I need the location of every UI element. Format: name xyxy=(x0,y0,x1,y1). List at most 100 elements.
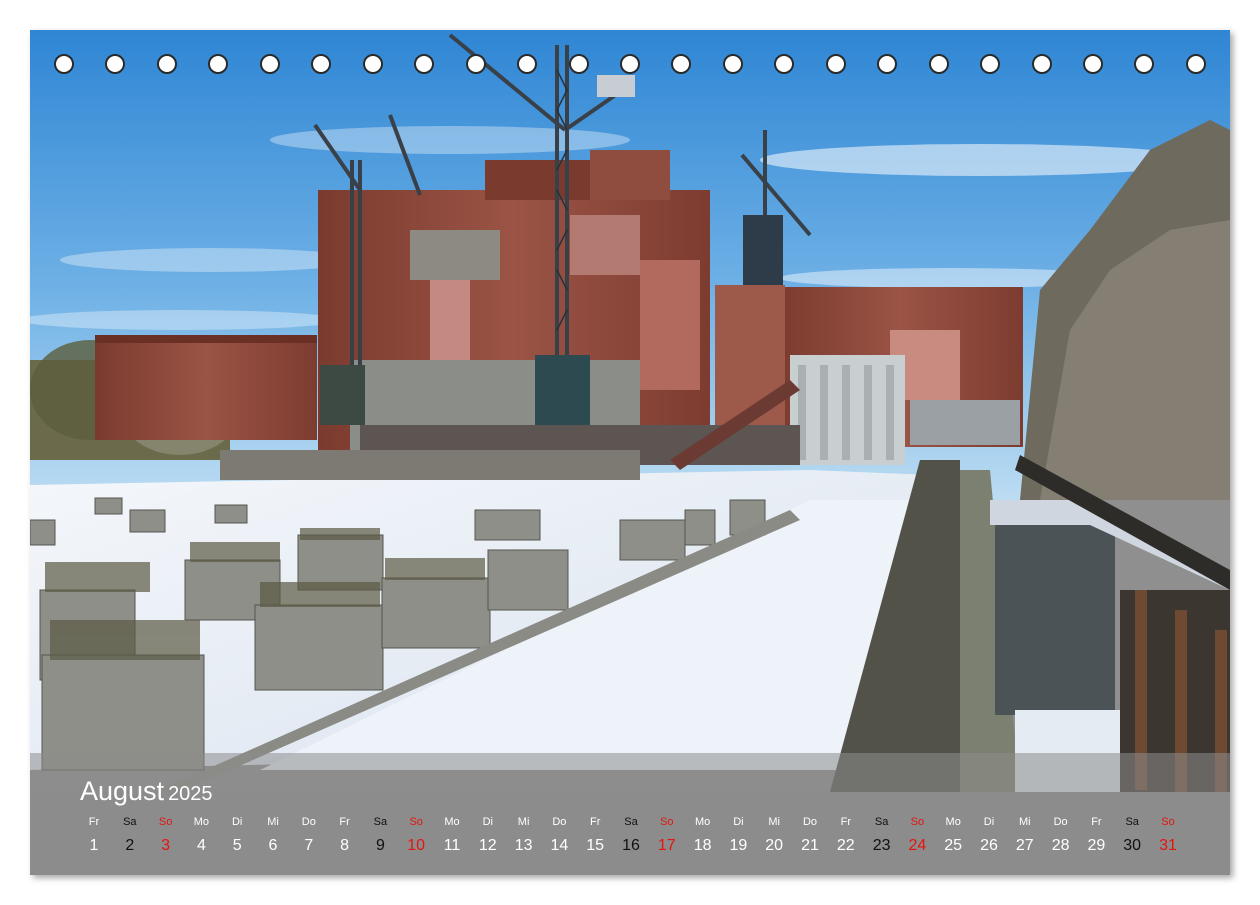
binding-hole xyxy=(259,54,280,74)
day-cell: Mo 11 xyxy=(435,814,469,856)
weekday-label: Di xyxy=(482,816,493,828)
day-number: 12 xyxy=(478,837,497,854)
day-cell: So 3 xyxy=(149,814,183,856)
binding-hole xyxy=(825,54,846,74)
binding-hole xyxy=(1083,54,1103,74)
day-number: 28 xyxy=(1051,837,1070,854)
day-cell: Mi 13 xyxy=(507,814,541,856)
weekday-label: So xyxy=(1161,816,1175,828)
day-cell: So 17 xyxy=(650,814,684,856)
day-cell: Do 21 xyxy=(793,814,827,856)
day-number: 22 xyxy=(836,837,855,854)
weekday-label: Mo xyxy=(444,816,460,828)
binding-hole xyxy=(362,54,383,74)
day-number: 13 xyxy=(514,837,533,854)
day-cell: Sa 2 xyxy=(113,814,147,856)
weekday-label: So xyxy=(409,816,423,828)
binding-holes xyxy=(30,54,1230,80)
day-cell: Di 26 xyxy=(972,814,1006,856)
day-number: 19 xyxy=(729,837,748,854)
weekday-label: Mi xyxy=(267,816,279,828)
day-number: 20 xyxy=(765,837,784,854)
day-cell: Mo 25 xyxy=(936,814,970,856)
calendar-photo xyxy=(30,30,1230,792)
day-number: 6 xyxy=(268,837,278,854)
weekday-label: Do xyxy=(301,816,316,828)
day-cell: Fr 15 xyxy=(578,814,612,856)
day-number: 2 xyxy=(125,837,135,854)
binding-hole xyxy=(980,54,1001,74)
weekday-label: Sa xyxy=(373,816,388,828)
binding-hole xyxy=(105,54,126,74)
day-cell: Mo 18 xyxy=(686,814,720,856)
weekday-label: So xyxy=(910,816,925,828)
day-number: 25 xyxy=(944,837,963,854)
month-name: August xyxy=(80,776,165,806)
day-number: 1 xyxy=(89,837,99,854)
weekday-label: Sa xyxy=(624,816,638,828)
day-cell: Mi 20 xyxy=(757,814,791,856)
day-cell: Di 19 xyxy=(721,814,755,856)
weekday-label: So xyxy=(158,816,173,828)
binding-hole xyxy=(414,54,435,74)
day-number: 7 xyxy=(304,837,314,854)
weekday-label: Fr xyxy=(339,816,350,828)
day-number: 21 xyxy=(801,837,819,854)
day-number: 26 xyxy=(980,837,998,854)
day-number: 11 xyxy=(443,837,461,854)
day-number: 17 xyxy=(657,837,676,854)
binding-hole xyxy=(156,54,177,74)
binding-hole xyxy=(671,54,692,74)
day-cell: Do 28 xyxy=(1044,814,1078,856)
binding-hole xyxy=(619,54,640,74)
binding-hole xyxy=(568,54,589,74)
day-number: 16 xyxy=(622,837,640,854)
day-number: 5 xyxy=(232,837,242,854)
day-number: 24 xyxy=(908,837,927,854)
year-label: 2025 xyxy=(168,783,213,805)
day-cell: Sa 16 xyxy=(614,814,648,856)
weekday-label: Fr xyxy=(88,816,100,828)
binding-hole xyxy=(774,54,795,74)
day-number: 27 xyxy=(1015,837,1034,854)
weekday-label: Sa xyxy=(123,816,137,828)
weekday-label: Mo xyxy=(945,816,961,828)
binding-hole xyxy=(517,54,538,74)
binding-hole xyxy=(465,54,486,74)
day-cell: Mi 6 xyxy=(256,814,290,856)
weekday-label: Fr xyxy=(1091,816,1102,828)
binding-hole xyxy=(54,54,74,74)
weekday-label: Do xyxy=(802,816,818,828)
day-cell: Fr 8 xyxy=(328,814,362,856)
calendar-page: August 2025 Fr 1 Sa 2 So 3 Mo 4 Di 5 Mi 6 Do 7 Fr 8 Sa 9 So… xyxy=(30,30,1230,875)
day-cell: Do 7 xyxy=(292,814,326,856)
day-cell: Sa 9 xyxy=(363,814,397,856)
binding-hole xyxy=(722,54,743,74)
weekday-label: Sa xyxy=(1125,816,1139,828)
weekday-label: Mi xyxy=(768,816,780,828)
weekday-label: Fr xyxy=(840,816,851,828)
binding-hole xyxy=(1031,54,1052,74)
weekday-label: So xyxy=(660,816,674,828)
weekday-label: Mi xyxy=(1018,816,1031,828)
binding-hole xyxy=(877,54,898,74)
binding-hole xyxy=(311,54,332,74)
weekday-label: Fr xyxy=(589,816,601,828)
weekday-label: Di xyxy=(733,816,744,828)
day-cell: Di 5 xyxy=(220,814,254,856)
day-cell: Mi 27 xyxy=(1008,814,1042,856)
day-number: 10 xyxy=(407,837,426,854)
binding-hole xyxy=(1134,54,1155,74)
day-number: 18 xyxy=(693,837,712,854)
day-cell: So 31 xyxy=(1151,814,1185,856)
binding-hole xyxy=(928,54,949,74)
weekday-label: Do xyxy=(1053,816,1068,828)
day-number: 30 xyxy=(1123,837,1142,854)
day-number: 29 xyxy=(1087,837,1106,854)
weekday-label: Mi xyxy=(517,816,530,828)
day-cell: Mo 4 xyxy=(184,814,218,856)
weekday-label: Do xyxy=(552,816,567,828)
binding-hole xyxy=(208,54,229,74)
weekday-label: Di xyxy=(983,816,995,828)
day-cell: So 24 xyxy=(900,814,934,856)
